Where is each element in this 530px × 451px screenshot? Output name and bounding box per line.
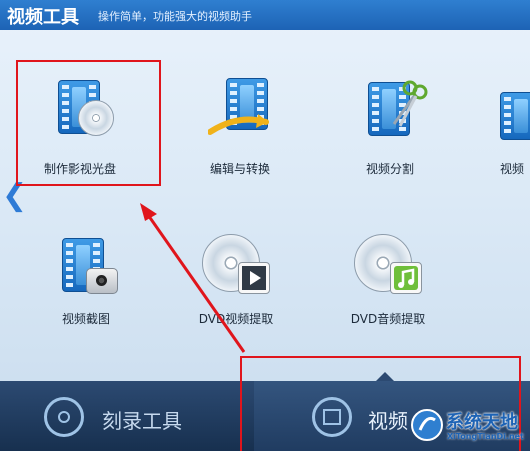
tool-dvd-audio-extract[interactable]: DVD音频提取 bbox=[328, 222, 448, 332]
watermark-url: XiTongTianDi.net bbox=[447, 432, 524, 441]
video-screenshot-icon bbox=[58, 228, 118, 294]
tool-dvd-video-extract[interactable]: DVD视频提取 bbox=[176, 222, 296, 332]
page-title: 视频工具 bbox=[7, 7, 79, 28]
tab-label: 刻录工具 bbox=[102, 409, 182, 433]
tool-video-screenshot[interactable]: 视频截图 bbox=[26, 222, 146, 332]
watermark-text: 系统天地 bbox=[446, 412, 518, 433]
disc-icon bbox=[44, 397, 84, 437]
annotation-box-make-disc bbox=[16, 60, 161, 186]
page-subtitle: 操作简单，功能强大的视频助手 bbox=[98, 10, 252, 23]
video-partial-icon bbox=[500, 78, 530, 140]
watermark: 系统天地 XiTongTianDi.net bbox=[410, 404, 530, 451]
header-bar: 视频工具 操作简单，功能强大的视频助手 bbox=[0, 0, 530, 30]
tool-label: 视频截图 bbox=[61, 312, 110, 326]
tab-burn-tools[interactable]: 刻录工具 bbox=[0, 381, 252, 451]
tool-video-partial[interactable]: 视频 bbox=[470, 72, 530, 182]
tool-video-split[interactable]: 视频分割 bbox=[330, 72, 450, 182]
dvd-audio-extract-icon bbox=[354, 228, 422, 294]
tool-label: 视频 bbox=[500, 162, 525, 176]
tool-edit-convert[interactable]: 编辑与转换 bbox=[180, 72, 300, 182]
watermark-logo-icon bbox=[411, 409, 443, 441]
tool-label: 视频分割 bbox=[365, 162, 414, 176]
tool-label: DVD视频提取 bbox=[198, 312, 274, 326]
edit-convert-icon bbox=[208, 78, 272, 138]
tool-label: DVD音频提取 bbox=[350, 312, 426, 326]
tool-label: 编辑与转换 bbox=[209, 162, 270, 176]
video-tools-window: 视频工具 操作简单，功能强大的视频助手 制作影视光盘 编辑与转换 视频分割 视频… bbox=[0, 0, 530, 451]
video-split-icon bbox=[362, 78, 428, 138]
dvd-video-extract-icon bbox=[202, 228, 270, 294]
